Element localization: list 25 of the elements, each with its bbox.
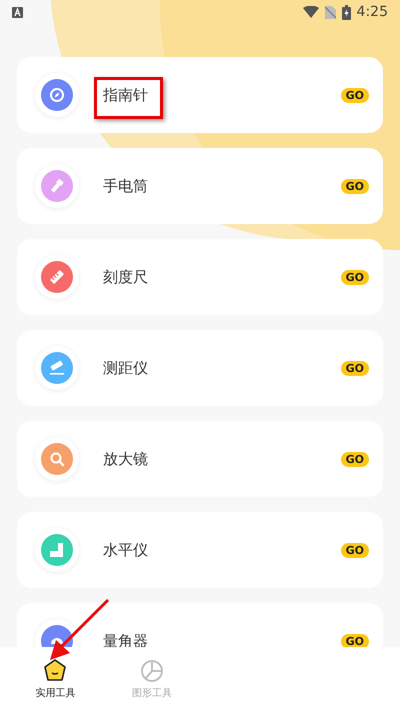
clock-time: 4:25 <box>356 4 388 20</box>
tool-card[interactable]: 手电筒 GO <box>17 148 383 224</box>
tool-name: 手电筒 <box>103 176 148 196</box>
go-button[interactable]: GO <box>340 88 369 102</box>
notification-icon <box>12 6 23 18</box>
go-button[interactable]: GO <box>340 634 369 647</box>
tool-name: 指南针 <box>103 86 148 104</box>
wifi-icon <box>302 6 319 18</box>
go-button[interactable]: GO <box>340 360 369 376</box>
tab[interactable]: 实用工具 <box>7 647 104 711</box>
go-button[interactable]: GO <box>340 178 369 194</box>
tool-card[interactable]: 测距仪 GO <box>17 330 383 406</box>
tool-card[interactable]: 刻度尺 GO <box>17 239 383 315</box>
go-button[interactable]: GO <box>340 542 369 558</box>
go-button[interactable]: GO <box>340 270 369 284</box>
tools-icon <box>42 658 68 684</box>
tool-card[interactable]: 水平仪 GO <box>17 512 383 588</box>
tool-card[interactable]: 放大镜 GO <box>17 421 383 497</box>
tool-name: 刻度尺 <box>103 268 148 286</box>
shapes-icon <box>138 658 165 684</box>
tool-name: 测距仪 <box>103 358 148 378</box>
tool-name: 水平仪 <box>103 540 148 560</box>
tool-card[interactable]: 指南针 GO <box>17 57 383 133</box>
tool-name: 放大镜 <box>103 450 148 468</box>
go-button[interactable]: GO <box>340 452 369 466</box>
